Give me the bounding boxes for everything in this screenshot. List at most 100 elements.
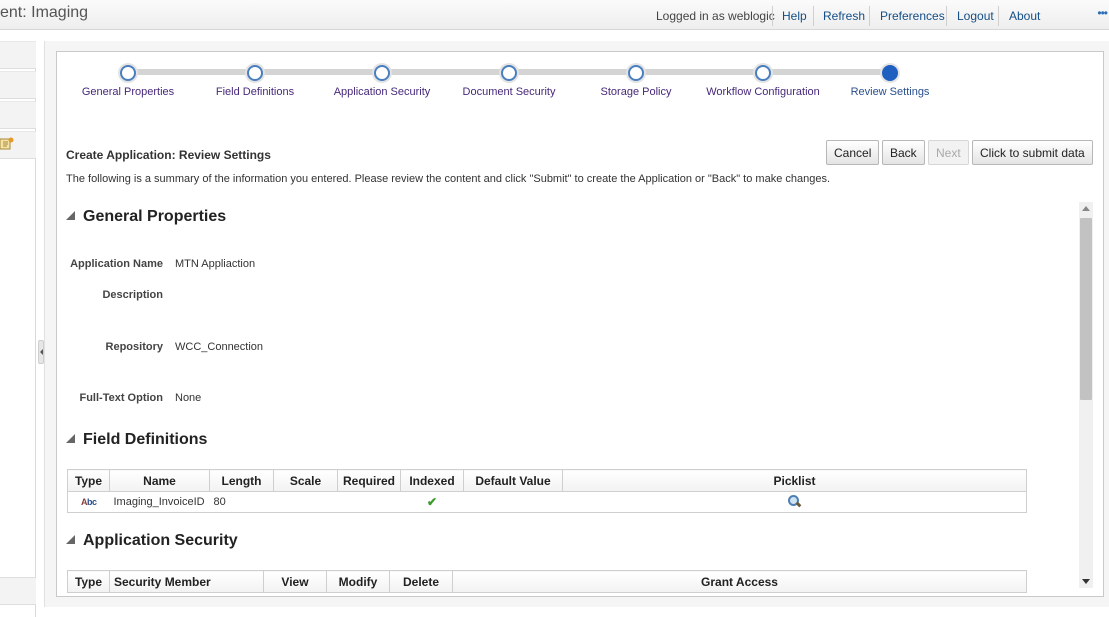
left-panel-row[interactable] [0, 41, 36, 69]
disclose-triangle-icon[interactable] [66, 211, 75, 221]
train-step-field-definitions[interactable]: Field Definitions [185, 52, 325, 98]
back-button[interactable]: Back [882, 140, 925, 165]
link-separator [946, 6, 947, 26]
picklist-cell [562, 491, 1027, 513]
column-header[interactable]: Type [67, 469, 110, 492]
page-title: Create Application: Review Settings [66, 148, 271, 162]
app-title: ent: Imaging [0, 4, 89, 21]
required-cell [337, 491, 401, 513]
link-separator [772, 6, 773, 26]
train-stop-circle [628, 65, 644, 81]
column-header[interactable]: Length [209, 469, 274, 492]
column-header[interactable]: Delete [389, 570, 453, 593]
column-header[interactable]: Indexed [400, 469, 464, 492]
indexed-cell: ✔ [400, 491, 464, 513]
disclose-triangle-icon[interactable] [66, 535, 75, 545]
abc-text-icon: Abc [80, 497, 97, 507]
section-title-text: General Properties [83, 208, 227, 225]
train-stop-circle [374, 65, 390, 81]
train-step-label: Review Settings [850, 86, 930, 98]
link-separator [998, 6, 999, 26]
column-header[interactable]: View [263, 570, 327, 593]
train-stop-circle [501, 65, 517, 81]
train-stop-circle-current [882, 65, 898, 81]
column-header[interactable]: Security Member [109, 570, 264, 593]
train-step-general-properties[interactable]: General Properties [58, 52, 198, 98]
left-panel-row[interactable] [0, 101, 36, 129]
application-security-table: Type Security Member View Modify Delete … [67, 570, 1027, 593]
application-name-value: MTN Appliaction [175, 258, 256, 270]
wizard-train: General Properties Field Definitions App… [57, 52, 1105, 112]
field-definitions-header[interactable]: Field Definitions [66, 431, 207, 449]
train-stop-circle [247, 65, 263, 81]
column-header[interactable]: Type [67, 570, 110, 593]
scale-cell [273, 491, 338, 513]
train-step-label: Document Security [462, 86, 556, 98]
train-step-storage-policy[interactable]: Storage Policy [566, 52, 706, 98]
column-header[interactable]: Picklist [562, 469, 1027, 492]
full-text-option-value: None [175, 392, 202, 404]
top-header-bar: ent: Imaging Logged in as weblogic Help … [0, 0, 1109, 30]
length-cell: 80 [209, 491, 274, 513]
scrollbar-thumb[interactable] [1080, 218, 1092, 400]
left-panel-row[interactable] [0, 71, 36, 99]
help-link[interactable]: Help [782, 9, 807, 23]
default-value-cell [463, 491, 563, 513]
repository-label: Repository [105, 341, 163, 353]
left-navigation-panel [0, 41, 36, 617]
logged-in-label: Logged in as weblogic [656, 9, 775, 23]
train-step-label: Storage Policy [600, 86, 672, 98]
name-cell: Imaging_InvoiceID [109, 491, 210, 513]
new-document-icon[interactable] [0, 137, 14, 151]
preferences-link[interactable]: Preferences [880, 9, 945, 23]
refresh-link[interactable]: Refresh [823, 9, 865, 23]
full-text-option-label: Full-Text Option [79, 392, 163, 404]
repository-value: WCC_Connection [175, 341, 264, 353]
application-security-header[interactable]: Application Security [66, 532, 238, 550]
link-separator [813, 6, 814, 26]
application-name-label: Application Name [70, 258, 163, 270]
train-step-application-security[interactable]: Application Security [312, 52, 452, 98]
column-header[interactable]: Name [109, 469, 210, 492]
panel-splitter-collapse-icon[interactable] [38, 340, 44, 364]
train-stop-circle [755, 65, 771, 81]
scroll-down-arrow-icon[interactable] [1079, 574, 1093, 588]
column-header[interactable]: Required [337, 469, 401, 492]
column-header[interactable]: Grant Access [452, 570, 1027, 593]
content-scrollbar[interactable] [1079, 202, 1093, 588]
train-stop-circle [120, 65, 136, 81]
table-header-row: Type Name Length Scale Required Indexed … [67, 469, 1027, 492]
train-step-workflow-configuration[interactable]: Workflow Configuration [693, 52, 833, 98]
link-separator [869, 6, 870, 26]
submit-button[interactable]: Click to submit data [972, 140, 1093, 165]
cancel-button[interactable]: Cancel [826, 140, 880, 165]
train-step-document-security[interactable]: Document Security [439, 52, 579, 98]
left-panel-footer [0, 577, 36, 605]
column-header[interactable]: Default Value [463, 469, 563, 492]
description-label: Description [102, 289, 163, 301]
general-properties-header[interactable]: General Properties [66, 208, 226, 226]
checkmark-icon: ✔ [426, 495, 438, 509]
next-button: Next [928, 140, 969, 165]
create-application-wizard: General Properties Field Definitions App… [56, 51, 1104, 597]
train-step-label: Field Definitions [215, 86, 295, 98]
train-step-review-settings[interactable]: Review Settings [820, 52, 960, 98]
field-definitions-table: Type Name Length Scale Required Indexed … [67, 469, 1027, 513]
column-header[interactable]: Scale [273, 469, 338, 492]
table-row[interactable]: Abc Imaging_InvoiceID 80 ✔ [67, 491, 1027, 513]
instructions-text: The following is a summary of the inform… [66, 173, 831, 185]
train-step-label: General Properties [81, 86, 175, 98]
section-title-text: Field Definitions [83, 431, 208, 448]
scroll-up-arrow-icon[interactable] [1079, 202, 1093, 216]
section-title-text: Application Security [83, 532, 238, 549]
column-header[interactable]: Modify [326, 570, 390, 593]
table-header-row: Type Security Member View Modify Delete … [67, 570, 1027, 593]
more-options-icon[interactable]: ••• [1097, 6, 1108, 20]
disclose-triangle-icon[interactable] [66, 434, 75, 444]
type-cell: Abc [67, 491, 110, 513]
review-content-scroll-area: General Properties Application Name MTN … [66, 202, 1078, 596]
search-icon[interactable] [787, 494, 801, 508]
about-link[interactable]: About [1009, 9, 1040, 23]
train-step-label: Workflow Configuration [706, 86, 820, 98]
logout-link[interactable]: Logout [957, 9, 994, 23]
